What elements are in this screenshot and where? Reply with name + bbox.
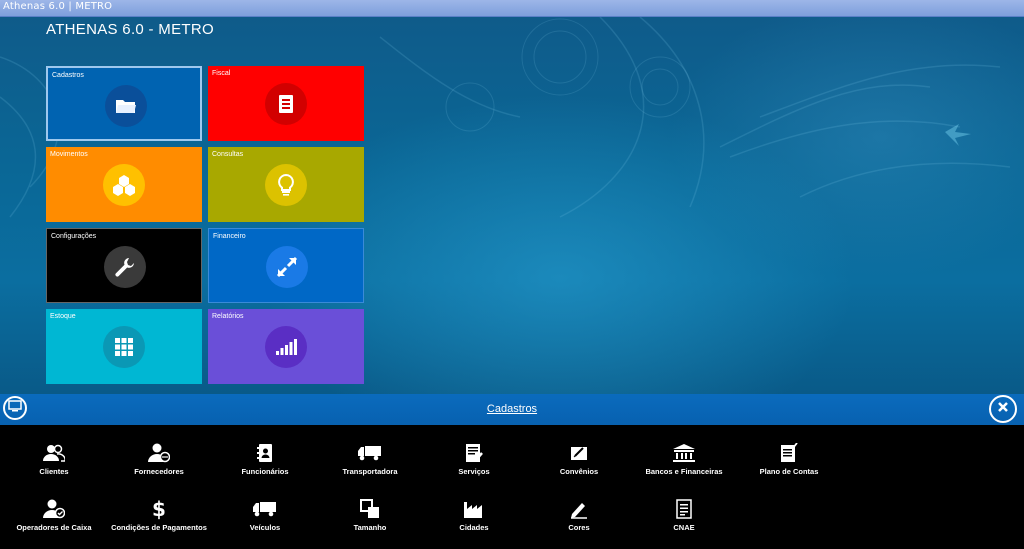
item-label: Transportadora <box>342 467 398 476</box>
item-label: Clientes <box>39 467 69 476</box>
vehicle-icon <box>205 499 325 519</box>
item-label: Tamanho <box>353 523 387 532</box>
app-title: ATHENAS 6.0 - METRO <box>46 21 214 38</box>
resize-icon <box>310 499 430 519</box>
item-label: Cidades <box>459 523 489 532</box>
item-operadores-de-caixa[interactable]: Operadores de Caixa <box>0 499 114 532</box>
users-icon <box>0 443 114 463</box>
desktop-background: ATHENAS 6.0 - METRO Cadastros Fiscal Mov… <box>0 17 1024 394</box>
close-icon <box>997 400 1009 418</box>
tile-label: Configurações <box>51 233 97 240</box>
factory-icon <box>414 499 534 519</box>
item-label: Serviços <box>458 467 490 476</box>
item-funcionarios[interactable]: Funcionários <box>205 443 325 476</box>
section-title-link[interactable]: Cadastros <box>0 403 1024 415</box>
tile-label: Relatórios <box>212 313 244 320</box>
tile-fiscal[interactable]: Fiscal <box>208 66 364 141</box>
folder-icon <box>105 85 147 127</box>
tile-financeiro[interactable]: Financeiro <box>208 228 364 303</box>
window-title: Athenas 6.0 | METRO <box>3 1 113 12</box>
item-label: Veículos <box>249 523 281 532</box>
service-doc-icon <box>414 443 534 463</box>
item-cnae[interactable]: CNAE <box>624 499 744 532</box>
item-label: Plano de Contas <box>759 467 819 476</box>
item-label: CNAE <box>673 523 695 532</box>
tile-estoque[interactable]: Estoque <box>46 309 202 384</box>
item-cores[interactable]: Cores <box>519 499 639 532</box>
item-veiculos[interactable]: Veículos <box>205 499 325 532</box>
truck-icon <box>310 443 430 463</box>
item-label: Cores <box>568 523 590 532</box>
item-convenios[interactable]: Convênios <box>519 443 639 476</box>
item-condicoes-de-pagamentos[interactable]: $ Condições de Pagamentos <box>99 499 219 532</box>
list-doc-icon <box>624 499 744 519</box>
tile-label: Estoque <box>50 313 76 320</box>
cubes-icon <box>103 164 145 206</box>
tile-label: Cadastros <box>52 72 84 79</box>
signal-icon <box>265 326 307 368</box>
document-icon <box>265 83 307 125</box>
tile-cadastros[interactable]: Cadastros <box>46 66 202 141</box>
wrench-icon <box>104 246 146 288</box>
tile-label: Movimentos <box>50 151 88 158</box>
item-cidades[interactable]: Cidades <box>414 499 534 532</box>
window-titlebar: Athenas 6.0 | METRO <box>0 0 1024 17</box>
tile-consultas[interactable]: Consultas <box>208 147 364 222</box>
dollar-icon: $ <box>152 497 166 521</box>
supplier-icon <box>99 443 219 463</box>
lightbulb-icon <box>265 164 307 206</box>
contact-book-icon <box>205 443 325 463</box>
tile-label: Fiscal <box>212 70 231 77</box>
operator-icon <box>0 499 114 519</box>
item-label: Operadores de Caixa <box>16 523 92 532</box>
tile-movimentos[interactable]: Movimentos <box>46 147 202 222</box>
tile-relatorios[interactable]: Relatórios <box>208 309 364 384</box>
item-plano-de-contas[interactable]: Plano de Contas <box>729 443 849 476</box>
tile-label: Financeiro <box>213 233 246 240</box>
checklist-icon <box>729 443 849 463</box>
grid-icon <box>103 326 145 368</box>
agreement-icon <box>519 443 639 463</box>
item-fornecedores[interactable]: Fornecedores <box>99 443 219 476</box>
item-label: Convênios <box>559 467 599 476</box>
bank-icon <box>624 443 744 463</box>
pen-icon <box>519 499 639 519</box>
item-transportadora[interactable]: Transportadora <box>310 443 430 476</box>
tile-label: Consultas <box>212 151 244 158</box>
close-button[interactable] <box>989 395 1017 423</box>
item-label: Funcionários <box>241 467 289 476</box>
section-bar: Cadastros <box>0 394 1024 425</box>
item-servicos[interactable]: Serviços <box>414 443 534 476</box>
item-tamanho[interactable]: Tamanho <box>310 499 430 532</box>
item-label: Fornecedores <box>134 467 184 476</box>
item-clientes[interactable]: Clientes <box>0 443 114 476</box>
tile-configuracoes[interactable]: Configurações <box>46 228 202 303</box>
item-bancos-e-financeiras[interactable]: Bancos e Financeiras <box>624 443 744 476</box>
item-label: Bancos e Financeiras <box>645 467 723 476</box>
exchange-icon <box>266 246 308 288</box>
cadastros-panel: Clientes Fornecedores Funcionários Trans… <box>0 425 1024 549</box>
item-label: Condições de Pagamentos <box>111 523 207 532</box>
